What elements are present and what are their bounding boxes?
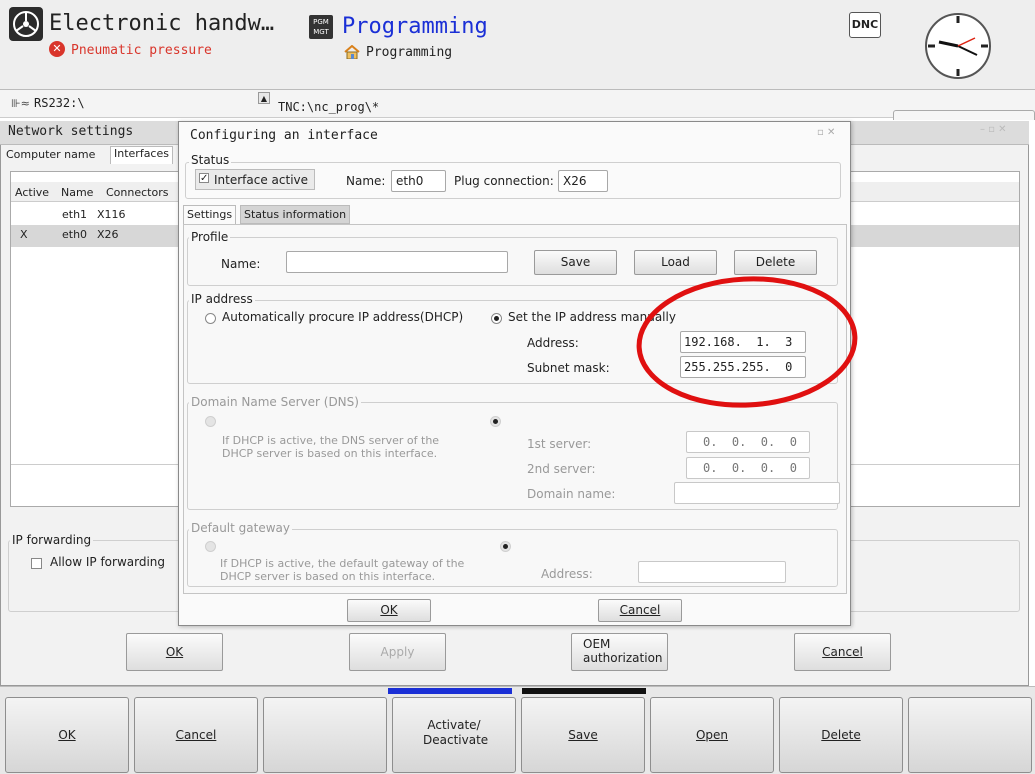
tab-settings[interactable]: Settings (183, 205, 237, 225)
softkey-level-indicator-active (388, 688, 512, 694)
gateway-manual-radio[interactable] (500, 541, 511, 552)
softkey-save[interactable]: Save (521, 697, 645, 773)
row-name-cell: eth0 (62, 228, 88, 241)
name-label: Name: (346, 174, 386, 188)
header-panel-tab (893, 110, 1035, 120)
dns-dhcp-note: If DHCP is active, the DNS server of the… (222, 434, 440, 460)
softkey-cancel[interactable]: Cancel (134, 697, 258, 773)
dialog-ok-button[interactable]: OK (347, 599, 431, 622)
dialog-title: Configuring an interface (190, 128, 378, 143)
allow-ip-forwarding-checkbox[interactable] (31, 558, 42, 569)
allow-ip-forwarding-label: Allow IP forwarding (50, 555, 166, 569)
network-cancel-button[interactable]: Cancel (794, 633, 891, 671)
handwheel-icon (9, 7, 43, 41)
path-bar (0, 90, 1035, 118)
gateway-dhcp-note: If DHCP is active, the default gateway o… (220, 557, 465, 583)
row-connector-cell: X116 (97, 208, 126, 221)
softkey-activate-deactivate[interactable]: Activate/ Deactivate (392, 697, 516, 773)
gateway-dhcp-radio[interactable] (205, 541, 216, 552)
row-active-cell: X (20, 228, 28, 241)
column-header-name[interactable]: Name (61, 186, 93, 199)
app-title: Electronic handw… (49, 11, 275, 36)
name-field-value: eth0 (396, 174, 424, 188)
home-icon (344, 44, 360, 60)
plug-connection-label: Plug connection: (454, 174, 554, 188)
dialog-cancel-button[interactable]: Cancel (598, 599, 682, 622)
tab-interfaces[interactable]: Interfaces (110, 146, 173, 164)
status-title: Status (189, 153, 232, 167)
tab-computer-name[interactable]: Computer name (6, 148, 95, 161)
dhcp-radio-label: Automatically procure IP address(DHCP) (222, 310, 464, 324)
dns-server2-label: 2nd server: (527, 462, 596, 476)
default-gateway-title: Default gateway (189, 521, 292, 535)
column-header-active[interactable]: Active (15, 186, 49, 199)
app-status-text: Pneumatic pressure (71, 43, 212, 58)
dns-dhcp-radio[interactable] (205, 416, 216, 427)
checkmark-icon: ✓ (199, 173, 209, 184)
left-path: RS232:\ (34, 96, 85, 110)
dns-server1-label: 1st server: (527, 437, 592, 451)
rs232-icon: ⊪≈ (11, 97, 30, 110)
domain-name-field[interactable] (674, 482, 840, 504)
dialog-window-controls-icon[interactable]: ▫ ✕ (817, 127, 835, 138)
dns-title: Domain Name Server (DNS) (189, 395, 361, 409)
dns-server2-value: 0. 0. 0. 0 (703, 461, 797, 475)
row-name-cell: eth1 (62, 208, 88, 221)
pgm-mgt-icon: PGM MGT (309, 15, 333, 39)
address-label: Address: (527, 336, 579, 350)
manual-ip-radio[interactable] (491, 313, 502, 324)
plug-connection-value: X26 (563, 174, 587, 188)
clock-icon (922, 12, 994, 80)
gateway-address-field[interactable] (638, 561, 786, 583)
subnet-mask-label: Subnet mask: (527, 361, 610, 375)
softkey-delete[interactable]: Delete (779, 697, 903, 773)
softkey-open[interactable]: Open (650, 697, 774, 773)
mode-subtitle: Programming (366, 45, 453, 60)
dhcp-radio[interactable] (205, 313, 216, 324)
scroll-up-icon[interactable]: ▲ (258, 92, 270, 104)
dns-manual-radio[interactable] (490, 416, 501, 427)
softkey-level-indicator (522, 688, 646, 694)
profile-save-button[interactable]: Save (534, 250, 617, 275)
network-apply-button[interactable]: Apply (349, 633, 446, 671)
domain-name-label: Domain name: (527, 487, 616, 501)
network-ok-button[interactable]: OK (126, 633, 223, 671)
dns-server1-value: 0. 0. 0. 0 (703, 435, 797, 449)
profile-name-label: Name: (221, 257, 261, 271)
dnc-button[interactable]: DNC (849, 12, 881, 38)
row-connector-cell: X26 (97, 228, 119, 241)
softkey-empty[interactable] (263, 697, 387, 773)
mode-title: Programming (342, 14, 488, 39)
error-icon: ✕ (49, 41, 65, 57)
softkey-ok[interactable]: OK (5, 697, 129, 773)
oem-authorization-button[interactable]: OEM authorization (571, 633, 668, 671)
interface-active-label: Interface active (214, 173, 309, 187)
window-controls-icon[interactable]: – ▫ ✕ (980, 124, 1007, 135)
tab-status-information[interactable]: Status information (240, 205, 351, 224)
highlight-ellipse (636, 276, 858, 408)
profile-name-field[interactable] (286, 251, 508, 273)
right-path: TNC:\nc_prog\* (278, 100, 380, 114)
column-header-connectors[interactable]: Connectors (106, 186, 168, 199)
ip-forwarding-title: IP forwarding (10, 533, 94, 547)
gateway-address-label: Address: (541, 567, 593, 581)
ip-address-title: IP address (189, 292, 255, 306)
profile-title: Profile (189, 230, 231, 244)
network-window-title: Network settings (8, 124, 134, 139)
softkey-empty[interactable] (908, 697, 1032, 773)
